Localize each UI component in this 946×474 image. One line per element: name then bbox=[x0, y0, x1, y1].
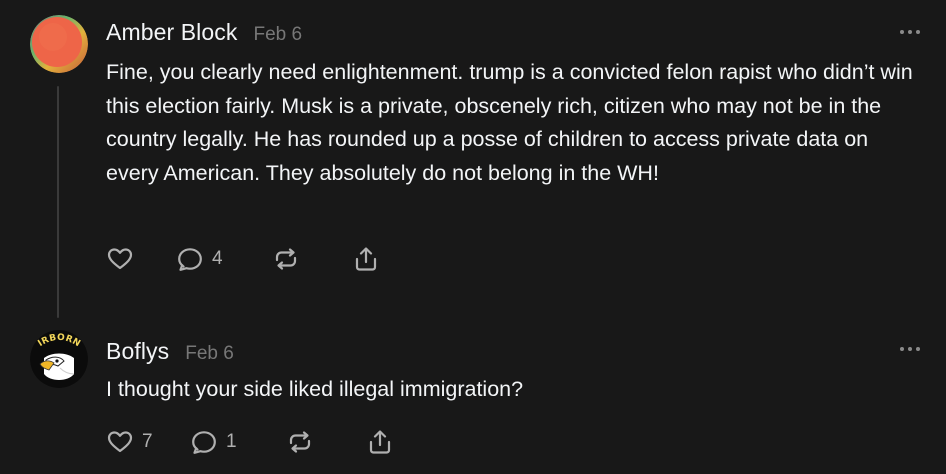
more-dots-icon[interactable] bbox=[900, 347, 920, 353]
avatar[interactable] bbox=[30, 15, 88, 73]
share-button[interactable] bbox=[352, 245, 380, 273]
reply-button[interactable]: 4 bbox=[176, 245, 272, 273]
reply-button[interactable]: 1 bbox=[190, 428, 286, 456]
comment-icon bbox=[192, 431, 216, 454]
like-button[interactable] bbox=[106, 245, 176, 273]
reply-count: 1 bbox=[226, 431, 237, 452]
reply-count: 4 bbox=[212, 248, 223, 269]
heart-icon bbox=[107, 248, 133, 270]
post-actions: 7 1 bbox=[106, 428, 394, 456]
thread-line bbox=[57, 86, 59, 318]
repost-icon bbox=[275, 248, 297, 270]
repost-button[interactable] bbox=[286, 428, 366, 456]
repost-icon bbox=[289, 431, 311, 453]
author-name[interactable]: Boflys bbox=[106, 338, 169, 365]
more-dots-icon[interactable] bbox=[900, 30, 920, 36]
share-icon bbox=[369, 430, 391, 454]
post-date[interactable]: Feb 6 bbox=[185, 343, 234, 365]
post-text: I thought your side liked illegal immigr… bbox=[106, 377, 524, 401]
post-date[interactable]: Feb 6 bbox=[253, 24, 302, 46]
post-actions: 4 bbox=[106, 245, 380, 273]
repost-button[interactable] bbox=[272, 245, 352, 273]
share-icon bbox=[355, 247, 377, 271]
airborne-eagle-avatar: AIRBORNE bbox=[30, 330, 88, 388]
heart-icon bbox=[107, 431, 133, 453]
comment-icon bbox=[178, 248, 202, 271]
like-button[interactable]: 7 bbox=[106, 428, 190, 456]
like-count: 7 bbox=[142, 431, 153, 452]
post-header: Amber Block Feb 6 bbox=[106, 19, 302, 46]
avatar[interactable]: AIRBORNE bbox=[30, 330, 88, 388]
post-text: Fine, you clearly need enlightenment. tr… bbox=[106, 60, 913, 185]
author-name[interactable]: Amber Block bbox=[106, 19, 237, 46]
post-header: Boflys Feb 6 bbox=[106, 338, 234, 365]
gradient-circle-avatar bbox=[30, 15, 88, 73]
share-button[interactable] bbox=[366, 428, 394, 456]
